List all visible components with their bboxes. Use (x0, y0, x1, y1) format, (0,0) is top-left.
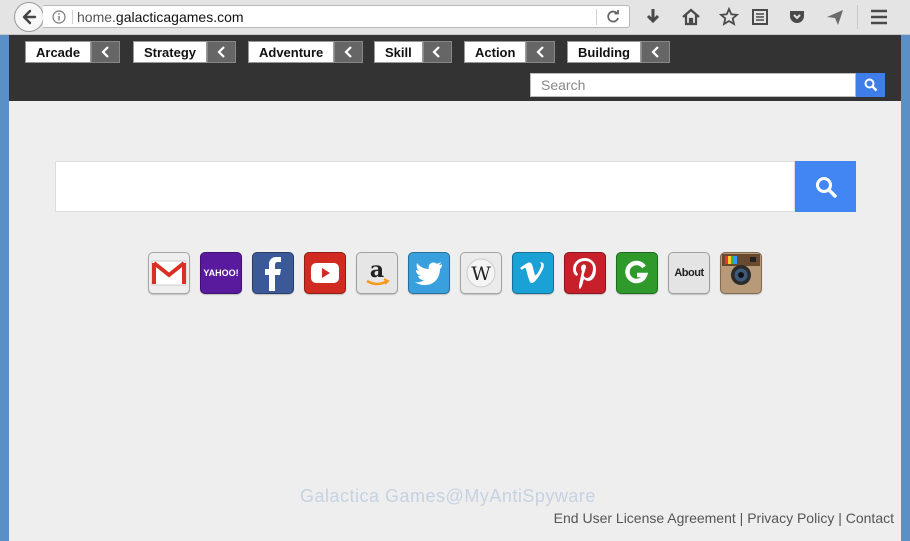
bookmark-star-icon[interactable] (719, 7, 739, 27)
facebook-icon[interactable] (252, 252, 294, 294)
category-label[interactable]: Adventure (248, 41, 335, 63)
page-content: Arcade Strategy Adventure Skill Action B… (9, 35, 901, 541)
url-divider (72, 10, 73, 24)
search-icon (815, 176, 837, 198)
grammarly-icon[interactable] (616, 252, 658, 294)
eula-link[interactable]: End User License Agreement (554, 510, 736, 526)
url-text[interactable]: home.galacticagames.com (77, 9, 244, 25)
window-border-left (0, 35, 9, 541)
twitter-icon[interactable] (408, 252, 450, 294)
wikipedia-icon[interactable]: W (460, 252, 502, 294)
privacy-link[interactable]: Privacy Policy (747, 510, 834, 526)
back-button[interactable] (14, 2, 44, 32)
pinterest-icon[interactable] (564, 252, 606, 294)
menu-icon[interactable] (869, 7, 889, 27)
yahoo-label: YAHOO! (203, 268, 239, 278)
category-action[interactable]: Action (464, 41, 556, 63)
back-arrow-icon (22, 9, 37, 25)
amazon-icon[interactable]: a (356, 252, 398, 294)
youtube-icon[interactable] (304, 252, 346, 294)
browser-toolbar: home.galacticagames.com (0, 0, 910, 35)
footer-separator: | (735, 510, 748, 526)
category-label[interactable]: Arcade (25, 41, 92, 63)
chevron-left-icon[interactable] (526, 41, 556, 63)
footer-separator: | (834, 510, 846, 526)
svg-text:a: a (370, 257, 384, 283)
category-label[interactable]: Skill (374, 41, 423, 63)
window-border-right (901, 35, 910, 541)
home-icon[interactable] (681, 7, 701, 27)
top-search-input[interactable]: Search (530, 73, 856, 97)
category-label[interactable]: Action (464, 41, 527, 63)
category-strategy[interactable]: Strategy (133, 41, 237, 63)
url-bar[interactable]: home.galacticagames.com (43, 5, 630, 28)
url-domain: galacticagames.com (115, 9, 244, 25)
chevron-left-icon[interactable] (207, 41, 237, 63)
reload-icon[interactable] (605, 9, 621, 25)
reading-list-icon[interactable] (750, 7, 770, 27)
category-label[interactable]: Strategy (133, 41, 208, 63)
watermark: Galactica Games@MyAntiSpyware (300, 486, 596, 506)
category-adventure[interactable]: Adventure (248, 41, 364, 63)
download-icon[interactable] (643, 7, 663, 27)
about-icon[interactable]: About (668, 252, 710, 294)
chevron-left-icon[interactable] (641, 41, 670, 63)
chevron-left-icon[interactable] (334, 41, 364, 63)
category-building[interactable]: Building (567, 41, 670, 63)
gmail-icon[interactable] (148, 252, 190, 294)
about-label: About (674, 267, 704, 279)
footer-links: End User License Agreement | Privacy Pol… (554, 510, 894, 526)
info-icon[interactable] (52, 10, 66, 24)
chevron-left-icon[interactable] (422, 41, 452, 63)
vimeo-icon[interactable] (512, 252, 554, 294)
toolbar-separator (857, 5, 858, 29)
chevron-left-icon[interactable] (91, 41, 121, 63)
url-prefix: home. (77, 9, 116, 25)
send-icon[interactable] (825, 7, 845, 27)
main-search-button[interactable] (795, 161, 856, 212)
pocket-icon[interactable] (787, 7, 807, 27)
category-label[interactable]: Building (567, 41, 641, 63)
svg-text:W: W (471, 263, 491, 285)
category-bar: Arcade Strategy Adventure Skill Action B… (9, 35, 901, 101)
search-icon (864, 78, 877, 92)
top-search-button[interactable] (856, 73, 885, 97)
category-arcade[interactable]: Arcade (25, 41, 121, 63)
yahoo-icon[interactable]: YAHOO! (200, 252, 242, 294)
contact-link[interactable]: Contact (846, 510, 894, 526)
instagram-icon[interactable] (720, 252, 762, 294)
reload-divider (596, 9, 597, 25)
category-skill[interactable]: Skill (374, 41, 452, 63)
main-search-input[interactable] (55, 161, 795, 212)
